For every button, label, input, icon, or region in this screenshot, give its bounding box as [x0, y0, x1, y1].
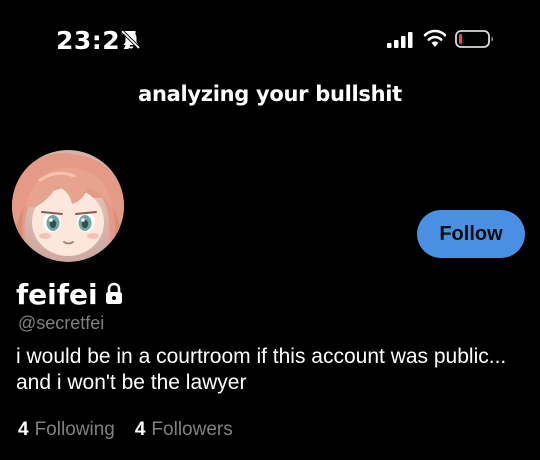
- avatar-image: [12, 150, 124, 262]
- following-link[interactable]: 4 Following: [18, 419, 115, 441]
- profile-bio: i would be in a courtroom if this accoun…: [16, 345, 507, 394]
- following-count: 4: [18, 419, 29, 440]
- wifi-icon: [423, 29, 447, 47]
- avatar[interactable]: [12, 150, 124, 262]
- display-name: feifei: [16, 277, 98, 311]
- followers-label: Followers: [151, 419, 233, 440]
- follow-stats: 4 Following 4 Followers: [18, 419, 233, 441]
- signal-icon: [387, 32, 413, 48]
- follow-button[interactable]: Follow: [417, 210, 525, 258]
- followers-count: 4: [134, 419, 146, 440]
- battery-icon: [455, 30, 493, 48]
- lock-icon: [105, 282, 122, 304]
- status-bar: 23:27: [0, 0, 540, 70]
- bell-off-icon: [121, 30, 141, 50]
- overlay-caption: analyzing your bullshit: [138, 82, 402, 106]
- profile-handle: @secretfei: [18, 313, 105, 333]
- followers-link[interactable]: 4 Followers: [135, 419, 233, 441]
- following-label: Following: [34, 419, 115, 440]
- profile-name-row: feifei: [16, 277, 124, 311]
